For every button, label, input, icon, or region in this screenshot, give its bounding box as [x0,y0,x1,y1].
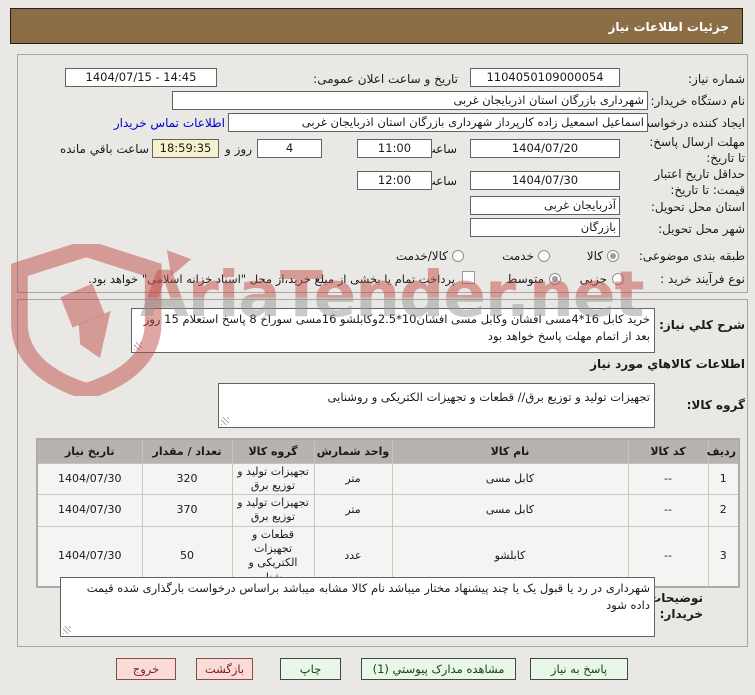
buyer-org-input[interactable]: شهرداری بازرگان استان اذربایجان غربی [172,91,648,110]
cell-row-number: 1 [707,462,740,496]
cell-item-group: تجهیزات تولید و توزیع برق [231,494,315,527]
process-radio-minor[interactable] [612,273,624,285]
cell-item-name: کابل مسی [391,462,629,496]
cell-item-code: -- [627,494,709,527]
buyer-notes-textarea[interactable]: شهرداری در رد یا قبول یک یا چند پیشنهاد … [60,577,655,637]
print-button[interactable]: چاپ [280,658,341,680]
delivery-city-label: شهر محل تحویل: [658,222,745,236]
need-number-label: شماره نیاز: [688,72,745,86]
request-creator-label: ایجاد کننده درخواست: [634,116,745,130]
exit-button[interactable]: خروج [116,658,176,680]
goods-group-textarea[interactable]: تجهیزات تولید و توزیع برق// قطعات و تجهی… [218,383,655,428]
price-validity-date-input[interactable]: 1404/07/30 [470,171,620,190]
delivery-province-label: استان محل تحویل: [650,200,745,214]
hours-remaining-label: ساعت باقي مانده [59,142,149,156]
classification-radio-goods-service[interactable] [452,250,464,262]
classification-option-goods-label: کالا [586,249,603,263]
treasury-payment-checkbox[interactable] [462,271,475,284]
col-header-need-date: تاریخ نیاز [36,438,143,464]
classification-option-goods-service-label: کالا/خدمت [395,249,448,263]
request-creator-input[interactable]: اسماعیل اسمعیل زاده کارپرداز شهرداری باز… [228,113,648,132]
col-header-row-number: ردیف [707,438,740,464]
col-header-unit: واحد شمارش [313,438,393,464]
col-header-quantity: تعداد / مقدار [141,438,233,464]
announce-datetime-label: تاریخ و ساعت اعلان عمومی: [313,72,458,86]
need-details-page: جزئیات اطلاعات نیاز شماره نیاز: 11040501… [0,0,755,695]
goods-group-label: گروه کالا: [686,398,745,412]
page-title: جزئیات اطلاعات نیاز [10,8,743,44]
price-validity-time-input[interactable]: 12:00 [357,171,432,190]
col-header-item-code: کد کالا [627,438,709,464]
buyer-notes-label-line2: خریدار: [659,607,703,622]
cell-row-number: 3 [707,525,740,588]
cell-unit: متر [313,462,393,496]
col-header-item-group: گروه کالا [231,438,315,464]
days-remaining-input[interactable]: 4 [257,139,322,158]
buyer-contact-link[interactable]: اطلاعات تماس خریدار [114,116,225,130]
table-row: 2 -- کابل مسی متر تجهیزات تولید و توزیع … [36,494,740,527]
table-row: 1 -- کابل مسی متر تجهیزات تولید و توزیع … [36,462,740,496]
cell-row-number: 2 [707,494,740,527]
price-validity-label: حداقل تاریخ اعتبار قیمت: تا تاریخ: [654,167,745,197]
back-button[interactable]: بازگشت [196,658,253,680]
col-header-item-name: نام کالا [391,438,629,464]
goods-section-header: اطلاعات کالاهاي مورد نیاز [590,357,745,371]
cell-unit: متر [313,494,393,527]
reply-deadline-time-input[interactable]: 11:00 [357,139,432,158]
reply-to-need-button[interactable]: پاسخ به نیاز [530,658,628,680]
process-radio-medium[interactable] [549,273,561,285]
cell-quantity: 320 [141,462,233,496]
countdown-timer: 18:59:35 [152,139,219,158]
need-number-input[interactable]: 1104050109000054 [470,68,620,87]
buyer-org-label: نام دستگاه خریدار: [650,94,746,108]
need-description-label: شرح کلي نیاز: [659,318,745,332]
process-option-minor-label: جزیی [579,272,607,286]
process-type-label: نوع فرآیند خرید : [660,272,745,286]
delivery-province-input[interactable]: آذربایجان غربی [470,196,620,215]
process-option-medium-label: متوسط [506,272,544,286]
classification-radio-goods[interactable] [607,250,619,262]
need-description-textarea[interactable]: خرید کابل 16*4مسی افشان وکابل مسی افشان1… [131,308,655,353]
treasury-payment-note: پرداخت تمام یا بخشی از مبلغ خرید،از محل … [88,272,455,286]
cell-need-date: 1404/07/30 [36,462,143,496]
cell-item-code: -- [627,462,709,496]
cell-item-group: تجهیزات تولید و توزیع برق [231,462,315,496]
announce-datetime-input[interactable]: 1404/07/15 - 14:45 [65,68,217,87]
resize-grip-icon [221,417,229,425]
goods-table: ردیف کد کالا نام کالا واحد شمارش گروه کا… [36,438,740,588]
cell-quantity: 370 [141,494,233,527]
reply-deadline-date-input[interactable]: 1404/07/20 [470,139,620,158]
delivery-city-input[interactable]: بازرگان [470,218,620,237]
classification-radio-service[interactable] [538,250,550,262]
classification-option-service-label: خدمت [502,249,534,263]
cell-need-date: 1404/07/30 [36,494,143,527]
resize-grip-icon [134,342,142,350]
resize-grip-icon [63,626,71,634]
cell-item-name: کابل مسی [391,494,629,527]
days-and-label: روز و [225,142,252,156]
reply-deadline-label: مهلت ارسال پاسخ: تا تاریخ: [649,135,745,165]
buyer-notes-label: توضیحات خریدار: [649,590,703,622]
goods-table-header-row: ردیف کد کالا نام کالا واحد شمارش گروه کا… [36,438,740,464]
classification-label: طبقه بندی موضوعی: [638,249,745,263]
buyer-notes-label-line1: توضیحات [649,591,703,605]
view-attached-docs-button[interactable]: مشاهده مدارک پیوستي (1) [361,658,516,680]
